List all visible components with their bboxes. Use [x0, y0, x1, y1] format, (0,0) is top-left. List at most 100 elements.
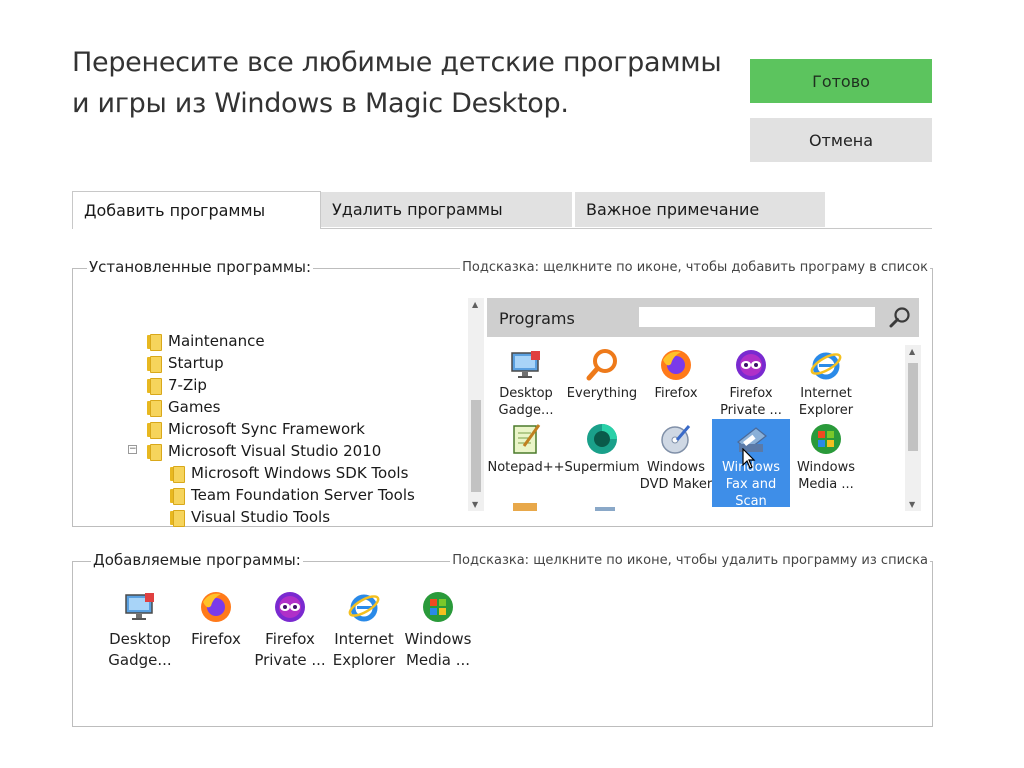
- tree-item-visual-studio-tools[interactable]: Visual Studio Tools: [170, 506, 330, 528]
- notepad-plus-plus-icon: [509, 422, 543, 456]
- program-firefox[interactable]: Firefox: [637, 345, 715, 417]
- program-supermium[interactable]: Supermium: [563, 419, 641, 491]
- scroll-down-arrow-icon[interactable]: ▼: [472, 500, 478, 509]
- desktop-gadgets-icon: [509, 348, 543, 382]
- search-icon[interactable]: [887, 305, 913, 331]
- added-program-label: Desktop Gadge...: [108, 630, 172, 669]
- program-label: Notepad++: [487, 460, 565, 475]
- folder-icon: [147, 443, 162, 461]
- programs-search-input[interactable]: [638, 306, 876, 328]
- tree-item-label: Microsoft Windows SDK Tools: [191, 464, 409, 482]
- folder-icon: [170, 487, 185, 505]
- folder-icon: [147, 333, 162, 351]
- tree-item-ms-visual-studio-2010[interactable]: Microsoft Visual Studio 2010: [147, 440, 381, 462]
- scroll-down-arrow-icon[interactable]: ▼: [909, 500, 915, 509]
- programs-header: Programs: [487, 298, 919, 337]
- windows-media-icon: [809, 422, 843, 456]
- folder-tree[interactable]: Maintenance Startup 7-Zip Games Microsof…: [93, 299, 473, 527]
- program-label: Desktop Gadge...: [498, 386, 554, 418]
- supermium-icon: [585, 422, 619, 456]
- program-label: Everything: [566, 386, 638, 401]
- program-desktop-gadgets[interactable]: Desktop Gadge...: [487, 345, 565, 418]
- program-label: Firefox: [654, 386, 698, 401]
- tab-important-note[interactable]: Важное примечание: [575, 192, 825, 227]
- program-internet-explorer[interactable]: Internet Explorer: [787, 345, 865, 418]
- internet-explorer-icon: [809, 348, 843, 382]
- internet-explorer-icon: [347, 590, 381, 624]
- tab-add-programs[interactable]: Добавить программы: [72, 191, 321, 229]
- scroll-up-arrow-icon[interactable]: ▲: [472, 300, 478, 309]
- program-label: Firefox Private ...: [720, 386, 782, 418]
- added-program-label: Windows Media ...: [404, 630, 472, 669]
- tree-scroll-thumb[interactable]: [471, 400, 481, 492]
- tree-item-ms-sync-framework[interactable]: Microsoft Sync Framework: [147, 418, 365, 440]
- tab-bar: Добавить программы Удалить программы Важ…: [72, 191, 932, 229]
- done-button[interactable]: Готово: [750, 59, 932, 103]
- added-program-firefox-private[interactable]: Firefox Private ...: [251, 590, 329, 671]
- tree-item-startup[interactable]: Startup: [147, 352, 224, 374]
- program-label: Internet Explorer: [798, 386, 854, 418]
- tree-item-label: Games: [168, 398, 221, 416]
- folder-icon: [170, 509, 185, 527]
- scroll-up-arrow-icon[interactable]: ▲: [909, 347, 915, 356]
- programs-header-label: Programs: [499, 309, 575, 328]
- tree-item-label: Team Foundation Server Tools: [191, 486, 415, 504]
- added-program-internet-explorer[interactable]: Internet Explorer: [325, 590, 403, 671]
- page-title: Перенесите все любимые детские программы…: [72, 47, 722, 119]
- tree-item-label: Microsoft Sync Framework: [168, 420, 365, 438]
- folder-icon: [147, 399, 162, 417]
- tree-item-windows-sdk-tools[interactable]: Microsoft Windows SDK Tools: [170, 462, 408, 484]
- program-windows-dvd-maker[interactable]: Windows DVD Maker: [637, 419, 715, 492]
- added-programs-hint: Подсказка: щелкните по иконе, чтобы удал…: [450, 553, 930, 568]
- folder-icon: [147, 355, 162, 373]
- firefox-private-icon: [734, 348, 768, 382]
- firefox-private-icon: [273, 590, 307, 624]
- desktop-gadgets-icon: [123, 590, 157, 624]
- added-programs-legend: Добавляемые программы:: [91, 551, 303, 569]
- tab-remove-programs[interactable]: Удалить программы: [321, 192, 572, 227]
- mouse-cursor-icon: [742, 447, 756, 474]
- cancel-button[interactable]: Отмена: [750, 118, 932, 162]
- partial-program-icon: [595, 507, 615, 511]
- installed-programs-legend: Установленные программы:: [87, 258, 314, 276]
- programs-scrollbar[interactable]: ▲ ▼: [905, 345, 921, 511]
- folder-icon: [147, 377, 162, 395]
- added-program-desktop-gadgets[interactable]: Desktop Gadge...: [101, 590, 179, 671]
- programs-grid: Desktop Gadge... Everything Firefox Fire…: [487, 345, 903, 511]
- added-program-windows-media[interactable]: Windows Media ...: [399, 590, 477, 671]
- added-program-firefox[interactable]: Firefox: [177, 590, 255, 650]
- installed-programs-hint: Подсказка: щелкните по иконе, чтобы доба…: [460, 260, 930, 275]
- program-notepad-plus-plus[interactable]: Notepad++: [487, 419, 565, 491]
- firefox-icon: [659, 348, 693, 382]
- tree-item-label: 7-Zip: [168, 376, 207, 394]
- programs-panel: Programs Desktop Gadge... Everything Fir…: [487, 298, 921, 511]
- tree-scrollbar[interactable]: ▲ ▼: [468, 298, 484, 511]
- program-firefox-private[interactable]: Firefox Private ...: [712, 345, 790, 418]
- added-programs-group: Добавляемые программы: Подсказка: щелкни…: [72, 551, 933, 727]
- programs-scroll-thumb[interactable]: [908, 363, 918, 451]
- tree-item-label: Microsoft Visual Studio 2010: [168, 442, 382, 460]
- dvd-maker-icon: [659, 422, 693, 456]
- installed-programs-group: Установленные программы: Подсказка: щелк…: [72, 258, 933, 527]
- program-label: Windows DVD Maker: [639, 460, 713, 492]
- program-everything[interactable]: Everything: [563, 345, 641, 417]
- collapse-toggle-icon[interactable]: −: [128, 445, 137, 454]
- tree-item-games[interactable]: Games: [147, 396, 220, 418]
- tree-item-label: Maintenance: [168, 332, 265, 350]
- tab-divider: [320, 228, 932, 229]
- tree-item-maintenance[interactable]: Maintenance: [147, 330, 265, 352]
- everything-icon: [585, 348, 619, 382]
- program-label: Windows Media ...: [796, 460, 856, 492]
- added-program-label: Firefox Private ...: [254, 630, 326, 669]
- added-program-label: Internet Explorer: [332, 630, 396, 669]
- tree-item-tfs-tools[interactable]: Team Foundation Server Tools: [170, 484, 415, 506]
- folder-icon: [147, 421, 162, 439]
- program-label: Supermium: [564, 460, 640, 475]
- windows-media-icon: [421, 590, 455, 624]
- tree-item-label: Visual Studio Tools: [191, 508, 331, 526]
- program-windows-media[interactable]: Windows Media ...: [787, 419, 865, 492]
- tree-item-7zip[interactable]: 7-Zip: [147, 374, 207, 396]
- firefox-icon: [199, 590, 233, 624]
- added-program-label: Firefox: [191, 630, 241, 648]
- tree-item-label: Startup: [168, 354, 224, 372]
